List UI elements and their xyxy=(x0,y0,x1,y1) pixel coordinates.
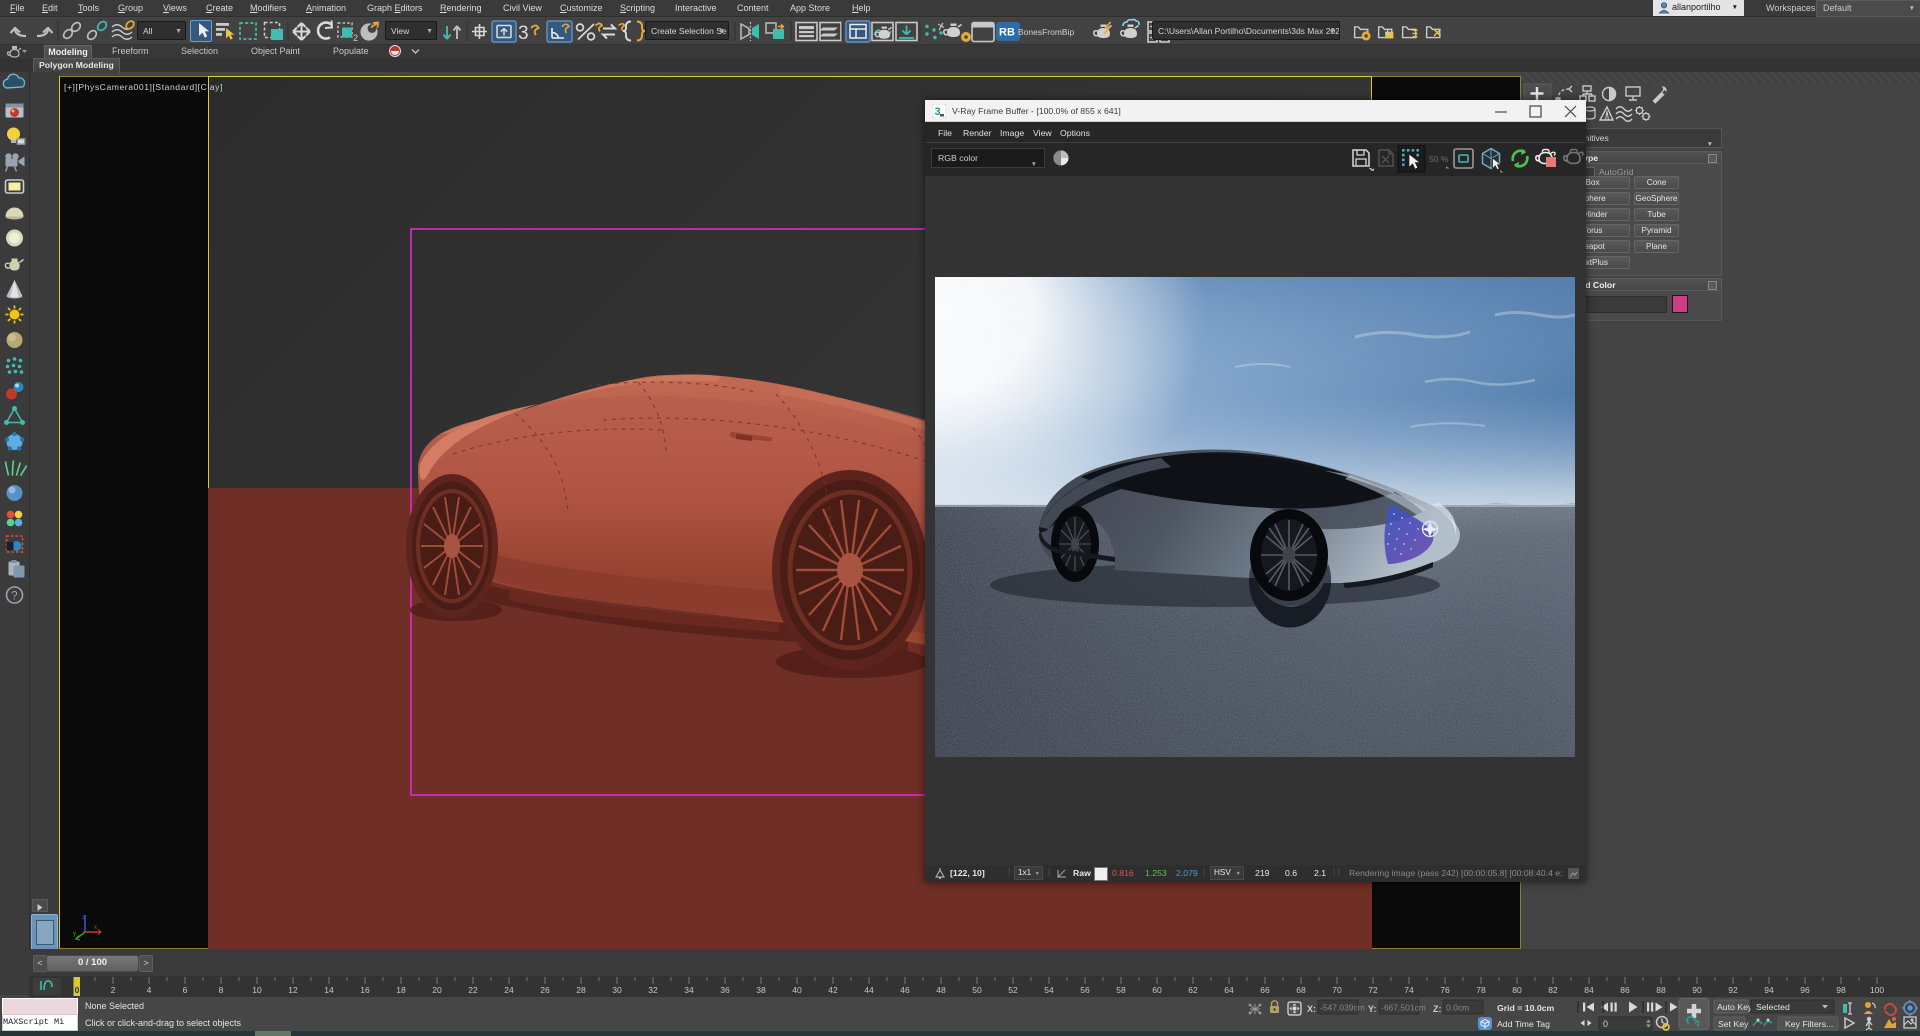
svg-text:4: 4 xyxy=(147,985,152,995)
svg-text:82: 82 xyxy=(1548,985,1558,995)
svg-text:3: 3 xyxy=(935,106,941,118)
svg-text:10: 10 xyxy=(252,985,262,995)
svg-text:40: 40 xyxy=(792,985,802,995)
svg-text:32: 32 xyxy=(648,985,658,995)
svg-text:0: 0 xyxy=(1603,1019,1608,1029)
svg-text:80: 80 xyxy=(1512,985,1522,995)
svg-text:20: 20 xyxy=(432,985,442,995)
svg-text:38: 38 xyxy=(756,985,766,995)
svg-text:16: 16 xyxy=(360,985,370,995)
svg-text:0.0cm: 0.0cm xyxy=(1446,1003,1469,1013)
svg-text:Set Key: Set Key xyxy=(1718,1019,1749,1029)
svg-text:18: 18 xyxy=(396,985,406,995)
svg-text:2: 2 xyxy=(353,33,358,43)
svg-text:28: 28 xyxy=(576,985,586,995)
svg-text:72: 72 xyxy=(1368,985,1378,995)
svg-text:34: 34 xyxy=(684,985,694,995)
svg-text:Y:: Y: xyxy=(1368,1004,1376,1014)
svg-text:68: 68 xyxy=(1296,985,1306,995)
svg-text:x: x xyxy=(94,925,97,931)
svg-text:RB: RB xyxy=(999,27,1015,39)
svg-text:74: 74 xyxy=(1404,985,1414,995)
svg-text:Auto Key: Auto Key xyxy=(1717,1002,1753,1012)
svg-text:62: 62 xyxy=(1188,985,1198,995)
svg-text:14: 14 xyxy=(324,985,334,995)
svg-text:z: z xyxy=(82,915,85,921)
svg-text:3: 3 xyxy=(518,23,529,44)
svg-text:94: 94 xyxy=(1764,985,1774,995)
svg-text:-667.501cm: -667.501cm xyxy=(1381,1003,1426,1013)
svg-text:?: ? xyxy=(11,589,18,603)
svg-text:22: 22 xyxy=(468,985,478,995)
svg-text:86: 86 xyxy=(1620,985,1630,995)
svg-text:50 %: 50 % xyxy=(1429,154,1449,164)
svg-text:-547.039cm: -547.039cm xyxy=(1320,1003,1365,1013)
svg-text:92: 92 xyxy=(1728,985,1738,995)
svg-text:6: 6 xyxy=(183,985,188,995)
svg-text:BonesFromBip: BonesFromBip xyxy=(1018,27,1074,37)
svg-text:44: 44 xyxy=(864,985,874,995)
svg-text:Selected: Selected xyxy=(1756,1002,1790,1012)
svg-text:64: 64 xyxy=(1224,985,1234,995)
svg-text:50: 50 xyxy=(972,985,982,995)
svg-text:66: 66 xyxy=(1260,985,1270,995)
svg-text:36: 36 xyxy=(720,985,730,995)
svg-text:Add Time Tag: Add Time Tag xyxy=(1497,1019,1550,1029)
svg-text:100: 100 xyxy=(1870,985,1884,995)
svg-text:78: 78 xyxy=(1476,985,1486,995)
svg-text:12: 12 xyxy=(288,985,298,995)
svg-text:Z:: Z: xyxy=(1433,1004,1442,1014)
svg-text:46: 46 xyxy=(900,985,910,995)
svg-text:30: 30 xyxy=(612,985,622,995)
svg-text:90: 90 xyxy=(1692,985,1702,995)
svg-text:88: 88 xyxy=(1656,985,1666,995)
svg-text:Grid = 10.0cm: Grid = 10.0cm xyxy=(1497,1003,1554,1013)
svg-text:0: 0 xyxy=(75,985,80,995)
svg-text:2: 2 xyxy=(111,985,116,995)
svg-text:24: 24 xyxy=(504,985,514,995)
svg-text:26: 26 xyxy=(540,985,550,995)
svg-text:56: 56 xyxy=(1080,985,1090,995)
svg-text:54: 54 xyxy=(1044,985,1054,995)
svg-text:58: 58 xyxy=(1116,985,1126,995)
svg-text:8: 8 xyxy=(219,985,224,995)
svg-text:y: y xyxy=(73,931,76,937)
svg-text:48: 48 xyxy=(936,985,946,995)
svg-text:60: 60 xyxy=(1152,985,1162,995)
svg-text:X:: X: xyxy=(1307,1004,1316,1014)
svg-text:84: 84 xyxy=(1584,985,1594,995)
svg-text:Key Filters...: Key Filters... xyxy=(1785,1019,1833,1029)
svg-text:96: 96 xyxy=(1800,985,1810,995)
svg-text:52: 52 xyxy=(1008,985,1018,995)
svg-text:70: 70 xyxy=(1332,985,1342,995)
svg-text:76: 76 xyxy=(1440,985,1450,995)
svg-text:98: 98 xyxy=(1836,985,1846,995)
svg-text:42: 42 xyxy=(828,985,838,995)
